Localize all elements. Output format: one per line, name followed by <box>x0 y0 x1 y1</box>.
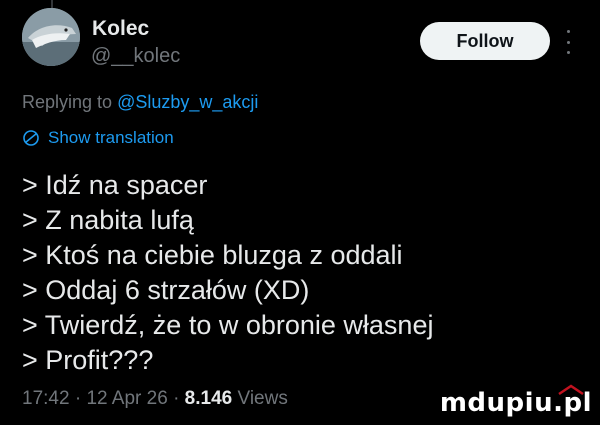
tweet-metadata: 17:42 · 12 Apr 26 · 8.146 Views <box>22 388 288 410</box>
views-count: 8.146 <box>184 388 233 409</box>
views-label: Views <box>237 388 288 409</box>
tweet-line: > Z nabita lufą <box>22 205 194 235</box>
avatar-image <box>22 8 80 66</box>
author-display-name[interactable]: Kolec <box>92 17 149 41</box>
tweet-line: > Ktoś na ciebie bluzga z oddali <box>22 240 403 270</box>
meta-separator: · <box>74 388 87 409</box>
author-handle[interactable]: @__kolec <box>91 45 180 68</box>
reply-mention-link[interactable]: @Sluzby_w_akcji <box>117 92 258 112</box>
meta-separator: · <box>173 388 185 409</box>
show-translation-button[interactable]: Show translation <box>22 128 174 148</box>
follow-button[interactable]: Follow <box>420 22 550 60</box>
replying-prefix: Replying to <box>22 92 113 112</box>
tweet-line: > Profit??? <box>22 345 154 375</box>
tweet-line: > Twierdź, że to w obronie własnej <box>22 310 434 340</box>
tweet-text: > Idź na spacer > Z nabita lufą > Ktoś n… <box>22 168 570 378</box>
tweet-date[interactable]: 12 Apr 26 <box>86 388 167 409</box>
tweet-line: > Idź na spacer <box>22 170 208 200</box>
translate-globe-icon <box>23 130 39 146</box>
watermark: mdupiu.pl <box>439 388 592 418</box>
tweet-line: > Oddaj 6 strzałów (XD) <box>22 275 310 305</box>
more-dots-icon[interactable] <box>565 30 571 54</box>
avatar[interactable] <box>22 8 80 66</box>
replying-to: Replying to @Sluzby_w_akcji <box>22 92 258 113</box>
show-translation-label: Show translation <box>48 128 174 147</box>
tweet-time[interactable]: 17:42 <box>22 388 70 409</box>
